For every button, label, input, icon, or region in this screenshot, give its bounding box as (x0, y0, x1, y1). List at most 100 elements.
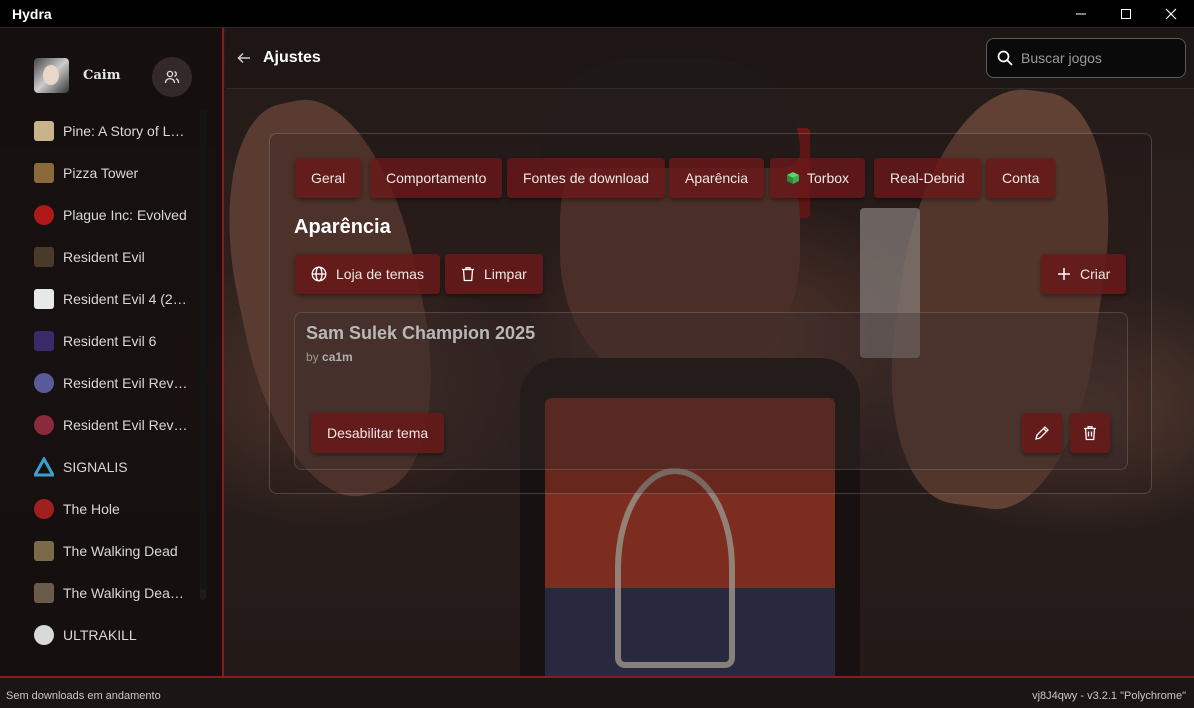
tab-label: Conta (1002, 170, 1040, 186)
arrow-left-icon (237, 52, 250, 64)
game-label: Resident Evil (63, 249, 145, 265)
game-item[interactable]: SIGNALIS (32, 452, 199, 482)
page-header: Ajustes (226, 28, 1194, 89)
game-item[interactable]: The Walking Dead (34, 536, 199, 566)
tab-aparencia[interactable]: Aparência (669, 158, 765, 198)
game-label: Resident Evil 6 (63, 333, 157, 349)
maximize-icon (1121, 9, 1131, 19)
section-title: Aparência (294, 216, 391, 238)
game-icon (32, 455, 56, 477)
minimize-icon (1076, 13, 1086, 15)
game-label: Resident Evil Revelations (63, 375, 188, 391)
tab-label: Comportamento (386, 170, 487, 186)
game-icon (34, 625, 54, 645)
game-icon (34, 289, 54, 309)
profile-button[interactable]: Caim (34, 58, 120, 93)
game-item[interactable]: Pizza Tower (34, 158, 199, 188)
game-list: Pine: A Story of Loss Pizza Tower Plague… (0, 116, 206, 676)
search-icon (997, 50, 1013, 66)
tab-conta[interactable]: Conta (986, 158, 1056, 198)
game-label: SIGNALIS (63, 459, 128, 475)
game-label: Pizza Tower (63, 165, 139, 181)
tab-real-debrid[interactable]: Real-Debrid (874, 158, 981, 198)
theme-name: Sam Sulek Champion 2025 (306, 323, 536, 343)
tab-comportamento[interactable]: Comportamento (370, 158, 503, 198)
game-item[interactable]: ULTRAKILL (34, 620, 199, 650)
game-item[interactable]: Resident Evil (34, 242, 199, 272)
delete-theme-button[interactable] (1070, 413, 1110, 453)
tab-label: Torbox (807, 170, 850, 186)
theme-card: Sam Sulek Champion 2025 by ca1m Desabili… (294, 312, 1128, 470)
game-item[interactable]: The Hole (34, 494, 199, 524)
disable-theme-button[interactable]: Desabilitar tema (311, 413, 445, 453)
theme-author-prefix: by (306, 350, 319, 364)
game-label: The Hole (63, 501, 120, 517)
game-label: Pine: A Story of Loss (63, 123, 188, 139)
download-status: Sem downloads em andamento (6, 690, 161, 702)
theme-author-name: ca1m (322, 350, 353, 364)
tab-label: Aparência (685, 170, 749, 186)
game-item[interactable]: Pine: A Story of Loss (34, 116, 199, 146)
game-label: The Walking Dead (63, 543, 178, 559)
sidebar-scrollbar[interactable] (200, 110, 206, 600)
sidebar: Caim Pine: A Story of Loss Pizza Tower P… (0, 28, 224, 676)
game-icon (34, 163, 54, 183)
game-item[interactable]: Resident Evil Revelations (34, 368, 199, 398)
users-icon (164, 70, 180, 84)
game-label: ULTRAKILL (63, 627, 137, 643)
game-icon (34, 121, 54, 141)
game-item[interactable]: Plague Inc: Evolved (34, 200, 199, 230)
game-item[interactable]: Resident Evil 6 (34, 326, 199, 356)
game-icon (34, 541, 54, 561)
clear-theme-button[interactable]: Limpar (445, 254, 543, 294)
friends-button[interactable] (152, 57, 192, 97)
minimize-button[interactable] (1058, 0, 1104, 28)
tab-fontes-de-download[interactable]: Fontes de download (507, 158, 666, 198)
trash-icon (1084, 426, 1096, 441)
game-item[interactable]: Resident Evil 4 (2005) (34, 284, 199, 314)
settings-panel: Geral Comportamento Fontes de download A… (269, 133, 1152, 494)
create-label: Criar (1080, 266, 1111, 282)
game-label: The Walking Dead: Season Two (63, 585, 188, 601)
game-item[interactable]: The Walking Dead: Season Two (34, 578, 199, 608)
app-title: Hydra (12, 5, 52, 22)
edit-theme-button[interactable] (1022, 413, 1062, 453)
search-input[interactable] (1021, 50, 1171, 66)
profile-name: Caim (83, 68, 121, 83)
search-box[interactable] (986, 38, 1186, 78)
tab-label: Geral (311, 170, 346, 186)
game-icon (34, 205, 54, 225)
game-icon (34, 331, 54, 351)
theme-author: by ca1m (306, 350, 353, 364)
game-label: Resident Evil 4 (2005) (63, 291, 188, 307)
game-icon (34, 415, 54, 435)
tab-label: Real-Debrid (890, 170, 965, 186)
trash-icon (462, 267, 474, 282)
game-label: Plague Inc: Evolved (63, 207, 187, 223)
close-icon (1165, 8, 1177, 20)
tab-label: Fontes de download (523, 170, 650, 186)
avatar (34, 58, 69, 93)
game-icon (34, 499, 54, 519)
create-theme-button[interactable]: Criar (1041, 254, 1127, 294)
maximize-button[interactable] (1103, 0, 1149, 28)
status-bar: Sem downloads em andamento vj8J4qwy - v3… (0, 676, 1194, 708)
pencil-icon (1035, 426, 1049, 440)
game-icon (34, 373, 54, 393)
clear-label: Limpar (484, 266, 527, 282)
disable-theme-label: Desabilitar tema (327, 425, 429, 441)
scroll-thumb[interactable] (200, 110, 206, 590)
version-label: vj8J4qwy - v3.2.1 "Polychrome" (1032, 690, 1186, 702)
page-title: Ajustes (263, 49, 321, 66)
back-button[interactable] (234, 48, 254, 68)
globe-icon (311, 266, 327, 282)
game-label: Resident Evil Revelations 2 (63, 417, 188, 433)
tab-torbox[interactable]: Torbox (770, 158, 866, 198)
theme-store-button[interactable]: Loja de temas (295, 254, 440, 294)
plus-icon (1058, 268, 1070, 280)
tab-geral[interactable]: Geral (295, 158, 362, 198)
game-item[interactable]: Resident Evil Revelations 2 (34, 410, 199, 440)
close-button[interactable] (1148, 0, 1194, 28)
theme-store-label: Loja de temas (336, 266, 424, 282)
torbox-icon (787, 172, 799, 184)
